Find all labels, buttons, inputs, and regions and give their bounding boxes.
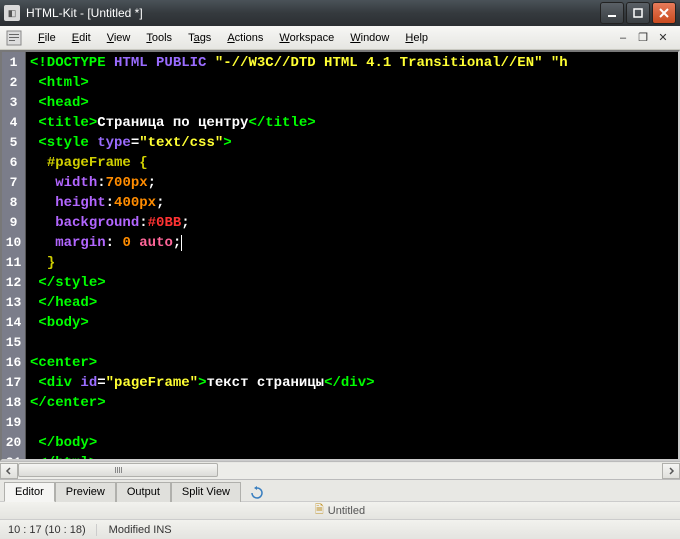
tab-output[interactable]: Output: [116, 482, 171, 502]
line-number: 3: [2, 93, 25, 113]
line-number: 13: [2, 293, 25, 313]
close-button[interactable]: [652, 2, 676, 24]
maximize-button[interactable]: [626, 2, 650, 24]
code-line: }: [30, 253, 674, 273]
scroll-left-button[interactable]: [0, 463, 18, 479]
mdi-restore-button[interactable]: ❐: [636, 31, 650, 45]
code-line: width:700px;: [30, 173, 674, 193]
code-editor[interactable]: <!DOCTYPE HTML PUBLIC "-//W3C//DTD HTML …: [26, 52, 678, 459]
scroll-thumb[interactable]: [18, 463, 218, 477]
line-number: 7: [2, 173, 25, 193]
line-number: 21: [2, 453, 25, 461]
tab-editor[interactable]: Editor: [4, 482, 55, 502]
titlebar: ◧ HTML-Kit - [Untitled *]: [0, 0, 680, 26]
code-line: <!DOCTYPE HTML PUBLIC "-//W3C//DTD HTML …: [30, 53, 674, 73]
line-number: 16: [2, 353, 25, 373]
mdi-minimize-button[interactable]: –: [616, 31, 630, 45]
line-number: 14: [2, 313, 25, 333]
menu-window[interactable]: Window: [342, 30, 397, 46]
menu-tools[interactable]: Tools: [138, 30, 180, 46]
minimize-button[interactable]: [600, 2, 624, 24]
menu-help[interactable]: Help: [397, 30, 436, 46]
code-line: </style>: [30, 273, 674, 293]
menubar: FileEditViewToolsTagsActionsWorkspaceWin…: [0, 26, 680, 50]
line-number: 6: [2, 153, 25, 173]
status-position: 10 : 17 (10 : 18): [8, 524, 97, 536]
code-line: <style type="text/css">: [30, 133, 674, 153]
code-line: [30, 333, 674, 353]
line-number: 20: [2, 433, 25, 453]
scroll-track[interactable]: [18, 463, 662, 479]
mdi-controls: – ❐ ✕: [616, 31, 674, 45]
line-number: 15: [2, 333, 25, 353]
mdi-close-button[interactable]: ✕: [656, 31, 670, 45]
refresh-icon[interactable]: [249, 485, 265, 501]
code-line: <html>: [30, 73, 674, 93]
tab-preview[interactable]: Preview: [55, 482, 116, 502]
code-line: [30, 413, 674, 433]
editor-area: 123456789101112131415161718192021 <!DOCT…: [0, 50, 680, 461]
scroll-right-button[interactable]: [662, 463, 680, 479]
code-line: height:400px;: [30, 193, 674, 213]
code-line: <div id="pageFrame">текст страницы</div>: [30, 373, 674, 393]
window-controls: [600, 2, 676, 24]
menu-edit[interactable]: Edit: [64, 30, 99, 46]
code-line: </center>: [30, 393, 674, 413]
document-icon: 🗎: [315, 501, 324, 520]
line-number: 9: [2, 213, 25, 233]
code-line: margin: 0 auto;: [30, 233, 674, 253]
statusbar: 10 : 17 (10 : 18) Modified INS: [0, 519, 680, 539]
menu-workspace[interactable]: Workspace: [271, 30, 342, 46]
view-tabbar: EditorPreviewOutputSplit View: [0, 479, 680, 501]
line-number: 11: [2, 253, 25, 273]
document-tab-label[interactable]: Untitled: [328, 505, 365, 517]
code-line: <head>: [30, 93, 674, 113]
line-number: 10: [2, 233, 25, 253]
window-title: HTML-Kit - [Untitled *]: [26, 6, 600, 20]
app-icon: ◧: [4, 5, 20, 21]
tab-split-view[interactable]: Split View: [171, 482, 241, 502]
menu-file[interactable]: File: [30, 30, 64, 46]
menu-actions[interactable]: Actions: [219, 30, 271, 46]
line-number: 5: [2, 133, 25, 153]
code-line: </body>: [30, 433, 674, 453]
menu-tags[interactable]: Tags: [180, 30, 219, 46]
menu-view[interactable]: View: [99, 30, 139, 46]
line-gutter: 123456789101112131415161718192021: [2, 52, 26, 459]
menu-app-icon[interactable]: [6, 30, 22, 46]
line-number: 17: [2, 373, 25, 393]
code-line: #pageFrame {: [30, 153, 674, 173]
code-line: <center>: [30, 353, 674, 373]
code-line: <body>: [30, 313, 674, 333]
document-tabbar: 🗎 Untitled: [0, 501, 680, 519]
line-number: 19: [2, 413, 25, 433]
status-mode: Modified INS: [109, 524, 172, 536]
line-number: 4: [2, 113, 25, 133]
code-line: </head>: [30, 293, 674, 313]
code-line: background:#0BB;: [30, 213, 674, 233]
line-number: 1: [2, 53, 25, 73]
line-number: 2: [2, 73, 25, 93]
line-number: 8: [2, 193, 25, 213]
code-line: <title>Страница по центру</title>: [30, 113, 674, 133]
line-number: 18: [2, 393, 25, 413]
code-line: </html>: [30, 453, 674, 459]
line-number: 12: [2, 273, 25, 293]
horizontal-scrollbar[interactable]: [0, 461, 680, 479]
